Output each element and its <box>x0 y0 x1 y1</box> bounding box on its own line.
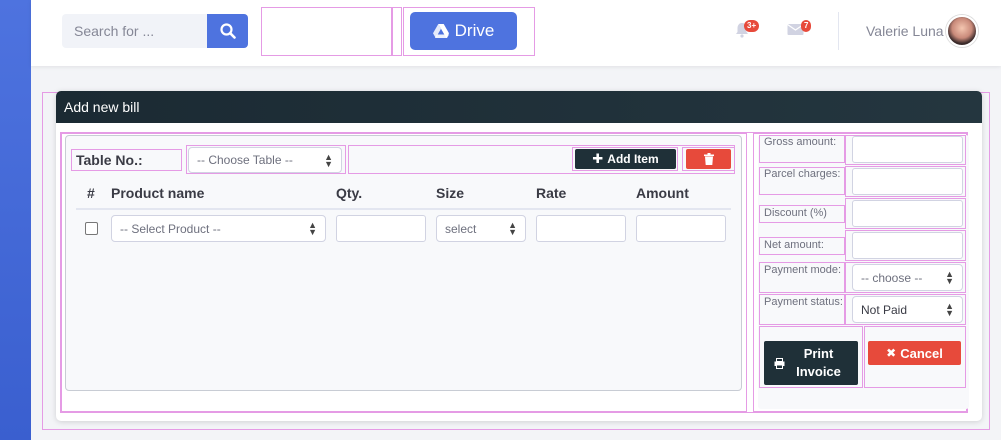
select-arrows-icon: ▲ ▼ <box>324 152 333 169</box>
col-qty: Qty. <box>336 185 363 201</box>
card-title: Add new bill <box>56 91 982 123</box>
col-index: # <box>87 185 95 201</box>
cancel-button[interactable]: ✖ Cancel <box>868 341 961 365</box>
payment-status-select[interactable]: Not Paid ▲ ▼ <box>852 296 963 323</box>
avatar[interactable] <box>946 15 978 47</box>
sidebar-strip <box>0 0 31 440</box>
gross-amount-input[interactable] <box>852 136 963 163</box>
items-panel: Table No.: -- Choose Table -- ▲ ▼ ✚ Add I… <box>65 135 742 391</box>
print-invoice-line: Print Invoice <box>774 345 849 381</box>
search-group <box>62 14 280 48</box>
product-select-value: -- Select Product -- <box>120 221 221 236</box>
table-header-divider <box>76 208 731 210</box>
print-icon <box>774 357 784 369</box>
payment-mode-label: Payment mode: <box>764 264 842 276</box>
table-no-label: Table No.: <box>76 152 143 168</box>
qty-input[interactable] <box>336 215 426 242</box>
google-drive-icon <box>432 24 449 38</box>
print-invoice-button[interactable]: Print Invoice <box>764 341 858 385</box>
col-amount: Amount <box>636 185 689 201</box>
select-arrows-icon: ▲ ▼ <box>508 220 517 237</box>
col-product: Product name <box>111 185 205 201</box>
table-select-value: -- Choose Table -- <box>197 153 293 167</box>
size-select-value: select <box>445 221 477 236</box>
search-input[interactable] <box>62 14 207 48</box>
upload-slot-divider <box>392 7 402 56</box>
topbar-divider <box>838 12 839 50</box>
rate-input[interactable] <box>536 215 626 242</box>
cancel-label: Cancel <box>900 345 943 361</box>
discount-input[interactable] <box>852 200 963 227</box>
parcel-charges-label: Parcel charges: <box>764 168 841 180</box>
delete-button[interactable] <box>686 149 731 169</box>
amount-input[interactable] <box>636 215 726 242</box>
user-name[interactable]: Valerie Luna <box>866 23 944 39</box>
row-checkbox[interactable] <box>85 222 98 235</box>
topbar: Drive 3+ 7 Valerie Luna <box>31 0 1001 66</box>
size-select[interactable]: select ▲ ▼ <box>436 215 526 242</box>
payment-mode-select[interactable]: -- choose -- ▲ ▼ <box>852 264 963 291</box>
summary-panel: Gross amount: Parcel charges: Discount (… <box>758 135 969 409</box>
payment-status-label: Payment status: <box>764 296 843 308</box>
discount-label: Discount (%) <box>764 207 827 219</box>
add-item-button[interactable]: ✚ Add Item <box>575 149 676 169</box>
gross-amount-label: Gross amount: <box>764 136 837 148</box>
search-button[interactable] <box>207 14 248 48</box>
plus-icon: ✚ <box>592 151 604 166</box>
net-amount-input[interactable] <box>852 232 963 259</box>
select-arrows-icon: ▲ ▼ <box>308 220 317 237</box>
alerts-toggle[interactable]: 3+ <box>734 20 760 40</box>
bill-card: Add new bill Table No.: -- Choose Table … <box>56 91 982 421</box>
alerts-badge: 3+ <box>744 20 760 32</box>
close-icon: ✖ <box>886 346 897 360</box>
select-arrows-icon: ▲ ▼ <box>945 301 954 318</box>
messages-toggle[interactable]: 7 <box>787 20 812 40</box>
parcel-charges-input[interactable] <box>852 168 963 195</box>
search-icon <box>219 23 236 39</box>
net-amount-label: Net amount: <box>764 239 824 251</box>
trash-icon <box>703 153 714 165</box>
payment-mode-value: -- choose -- <box>861 270 923 285</box>
drive-button[interactable]: Drive <box>410 12 517 50</box>
messages-badge: 7 <box>801 20 812 32</box>
drive-label: Drive <box>454 21 495 40</box>
add-item-label: Add Item <box>607 152 659 166</box>
product-select[interactable]: -- Select Product -- ▲ ▼ <box>111 215 326 242</box>
payment-status-value: Not Paid <box>861 302 908 317</box>
print-invoice-label: Print Invoice <box>796 346 841 379</box>
col-size: Size <box>436 185 465 201</box>
upload-slot[interactable] <box>261 7 392 56</box>
select-arrows-icon: ▲ ▼ <box>945 269 954 286</box>
table-select[interactable]: -- Choose Table -- ▲ ▼ <box>188 147 342 173</box>
col-rate: Rate <box>536 185 567 201</box>
